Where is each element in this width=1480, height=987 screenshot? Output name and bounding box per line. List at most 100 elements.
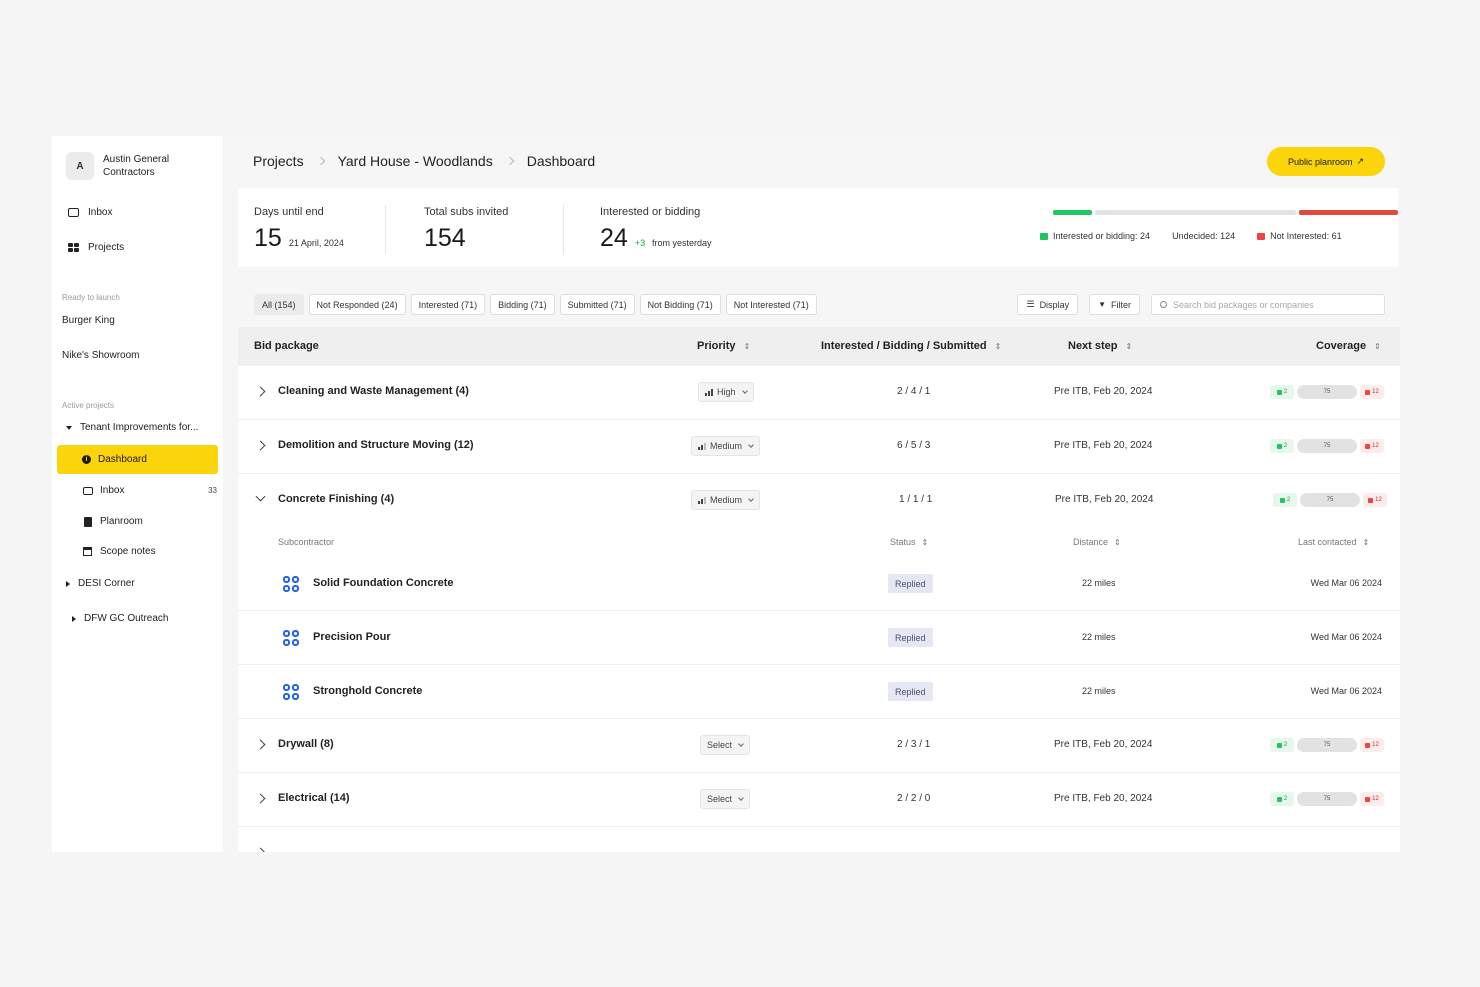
last-contacted-value: Wed Mar 06 2024 (1310, 578, 1382, 588)
chevron-right-icon[interactable] (255, 793, 266, 804)
projects-icon (68, 243, 79, 253)
filter-not-responded[interactable]: Not Responded (24) (308, 294, 406, 315)
ready-project-nikes-showroom[interactable]: Nike's Showroom (62, 350, 140, 361)
chevron-down-icon[interactable] (255, 491, 266, 502)
filter-not-interested[interactable]: Not Interested (71) (725, 294, 817, 315)
filter-button[interactable]: ▼ Filter (1089, 294, 1140, 315)
table-row[interactable]: Drywall (8) Select 2 / 3 / 1 Pre ITB, Fe… (238, 719, 1400, 773)
breadcrumb-projects[interactable]: Projects (253, 153, 304, 169)
legend-interested: Interested or bidding: 24 (1053, 231, 1151, 241)
sidebar-item-project-inbox[interactable]: Inbox 33 (82, 485, 217, 496)
stat-delta: +3 (634, 238, 646, 248)
nav-projects-label: Projects (88, 242, 125, 253)
stat-value: 24 (600, 224, 628, 252)
active-project-toggle[interactable]: Tenant Improvements for... (66, 422, 198, 433)
caret-right-icon (72, 615, 76, 622)
subcontractor-row[interactable]: Solid Foundation Concrete Replied 22 mil… (238, 557, 1400, 611)
funnel-icon: ▼ (1098, 300, 1106, 309)
inbox-count-badge: 33 (208, 486, 217, 495)
nav-inbox-label: Inbox (88, 207, 113, 218)
table-row[interactable]: Cleaning and Waste Management (4) High 2… (238, 366, 1400, 420)
filter-all[interactable]: All (154) (254, 294, 304, 315)
display-button[interactable]: ☰ Display (1017, 294, 1079, 315)
stat-value: 154 (424, 224, 466, 252)
scope-notes-icon (82, 547, 93, 557)
table-row-partial[interactable] (238, 827, 1400, 852)
chevron-right-icon[interactable] (255, 440, 266, 451)
sort-icon: ⇕ (921, 537, 929, 547)
last-contacted-value: Wed Mar 06 2024 (1310, 686, 1382, 696)
ready-project-burger-king[interactable]: Burger King (62, 315, 115, 326)
company-logo-icon (283, 576, 299, 592)
org-switcher[interactable]: A Austin General Contractors (66, 152, 193, 180)
sidebar-item-scope-notes[interactable]: Scope notes (82, 546, 217, 557)
chevron-right-icon[interactable] (255, 386, 266, 397)
filter-interested[interactable]: Interested (71) (410, 294, 486, 315)
col-last-contacted[interactable]: Last contacted ⇕ (1298, 537, 1369, 547)
col-bid-package[interactable]: Bid package (254, 340, 319, 352)
distance-value: 22 miles (1082, 578, 1116, 588)
distance-value: 22 miles (1082, 686, 1116, 696)
col-distance[interactable]: Distance ⇕ (1073, 537, 1121, 547)
table-row-expanded[interactable]: Concrete Finishing (4) Medium 1 / 1 / 1 … (238, 474, 1400, 528)
thumbs-down-icon (1365, 742, 1371, 748)
priority-dropdown[interactable]: Medium (691, 436, 761, 456)
public-planroom-button[interactable]: Public planroom ↗ (1267, 147, 1385, 176)
priority-dropdown[interactable]: Select (700, 789, 751, 809)
table-row[interactable]: Demolition and Structure Moving (12) Med… (238, 420, 1400, 474)
chevron-down-icon (741, 388, 748, 394)
table-tools: ☰ Display ▼ Filter (1017, 294, 1385, 315)
col-coverage[interactable]: Coverage ⇕ (1316, 340, 1381, 352)
subcontractor-name: Precision Pour (313, 631, 391, 643)
project-desi-corner[interactable]: DESI Corner (66, 578, 135, 589)
status-badge: Replied (888, 574, 933, 593)
stat-interested: Interested or bidding 24 +3 from yesterda… (600, 206, 712, 253)
subcontractor-row[interactable]: Stronghold Concrete Replied 22 miles Wed… (238, 665, 1400, 719)
divider (563, 205, 564, 255)
progress-interested (1053, 210, 1092, 215)
col-next-step[interactable]: Next step ⇕ (1068, 340, 1132, 352)
priority-value: Select (707, 740, 733, 750)
next-step-value: Pre ITB, Feb 20, 2024 (1054, 793, 1153, 804)
divider (385, 205, 386, 255)
sidebar-item-dashboard[interactable]: i Dashboard (57, 445, 218, 474)
chevron-right-icon[interactable] (255, 847, 266, 852)
priority-dropdown[interactable]: High (698, 382, 754, 402)
stat-label: Interested or bidding (600, 206, 701, 218)
col-priority[interactable]: Priority ⇕ (697, 340, 750, 352)
status-badge: Replied (888, 628, 933, 647)
coverage-indicator: 2 75 12 (1270, 792, 1384, 806)
bid-packages-table: Bid package Priority ⇕ Interested / Biddi… (238, 327, 1400, 852)
subcontractor-row[interactable]: Precision Pour Replied 22 miles Wed Mar … (238, 611, 1400, 665)
col-status[interactable]: Status ⇕ (890, 537, 928, 547)
sidebar-item-planroom[interactable]: Planroom (82, 516, 217, 527)
priority-value: Medium (710, 495, 743, 505)
col-ibs[interactable]: Interested / Bidding / Submitted ⇕ (821, 340, 1001, 352)
stat-days-until-end: Days until end 15 21 April, 2024 (254, 206, 344, 253)
project-dfw-gc-outreach[interactable]: DFW GC Outreach (72, 613, 168, 624)
priority-bars-icon (705, 388, 713, 396)
breadcrumb-project[interactable]: Yard House - Woodlands (338, 153, 493, 169)
thumbs-down-icon (1365, 796, 1371, 802)
sidebar-item-dashboard-label: Dashboard (98, 454, 147, 465)
table-row[interactable]: Electrical (14) Select 2 / 2 / 0 Pre ITB… (238, 773, 1400, 827)
thumbs-down-icon (1257, 232, 1266, 240)
nav-projects[interactable]: Projects (68, 242, 124, 253)
nav-inbox[interactable]: Inbox (68, 207, 112, 218)
search-input[interactable] (1173, 299, 1373, 310)
coverage-indicator: 2 75 12 (1270, 738, 1384, 752)
chevron-right-icon (316, 156, 325, 166)
filter-not-bidding[interactable]: Not Bidding (71) (639, 294, 721, 315)
filter-submitted[interactable]: Submitted (71) (559, 294, 635, 315)
priority-bars-icon (698, 496, 706, 504)
sort-icon: ⇕ (743, 341, 751, 351)
search-box[interactable] (1151, 294, 1385, 315)
progress-legend: Interested or bidding: 24 Undecided: 124… (1040, 231, 1342, 241)
org-name: Austin General Contractors (103, 154, 170, 178)
chevron-right-icon[interactable] (255, 739, 266, 750)
filter-bidding[interactable]: Bidding (71) (490, 294, 555, 315)
ibs-value: 2 / 4 / 1 (897, 386, 931, 397)
priority-dropdown[interactable]: Medium (691, 490, 761, 510)
priority-dropdown[interactable]: Select (700, 735, 751, 755)
chevron-right-icon (505, 156, 514, 166)
